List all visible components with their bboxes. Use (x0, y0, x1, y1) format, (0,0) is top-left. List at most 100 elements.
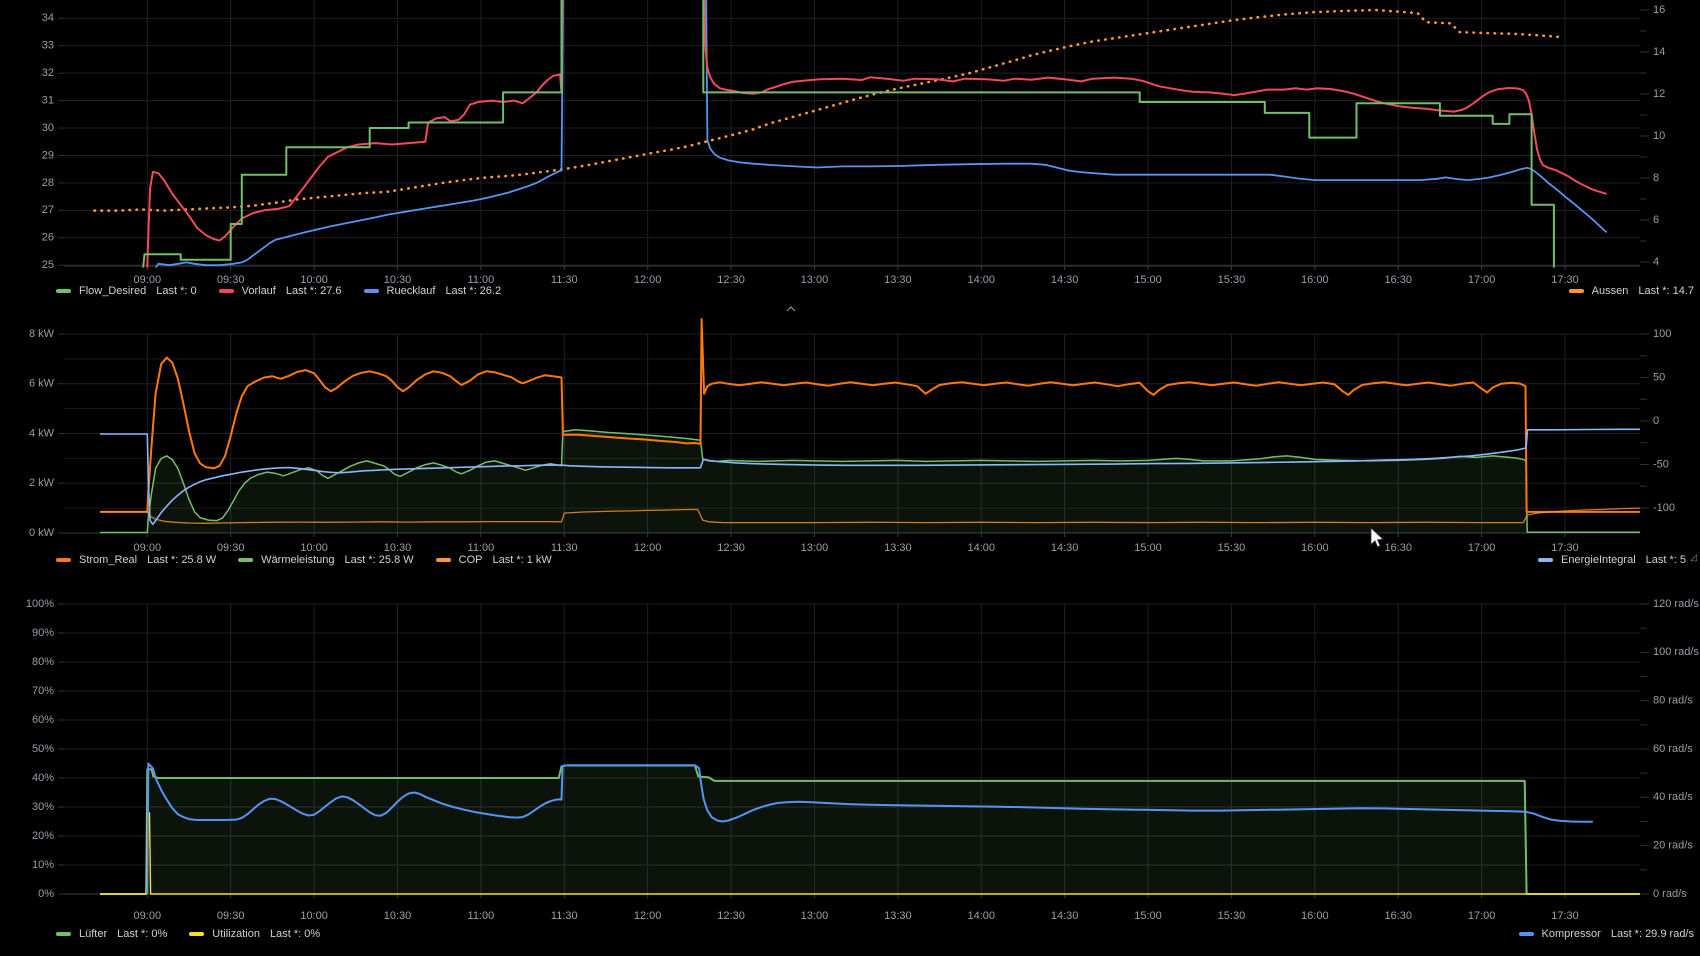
x-tick-label: 13:30 (884, 910, 912, 922)
legend-series-name: Aussen (1592, 285, 1629, 297)
x-tick-label: 12:30 (717, 542, 745, 554)
legend-last-value: Last *: 5 (1646, 554, 1686, 566)
x-tick-label: 10:30 (384, 910, 412, 922)
y-left-tick-label: 25 (42, 259, 54, 271)
x-tick-label: 14:30 (1051, 542, 1079, 554)
legend-item-Strom_Real[interactable]: Strom_Real Last *: 25.8 W (56, 554, 216, 566)
legend-series-name: Strom_Real (79, 554, 137, 566)
y-left-tick-label: 2 kW (29, 477, 55, 489)
x-tick-label: 15:30 (1218, 910, 1246, 922)
legend-item-EnergieIntegral[interactable]: EnergieIntegralLast *: 5 (1538, 554, 1686, 566)
legend-last-value: Last *: 25.8 W (147, 554, 216, 566)
panel-caret-icon[interactable] (787, 307, 795, 311)
legend-color-swatch (364, 289, 379, 293)
x-tick-label: 16:30 (1384, 542, 1412, 554)
legend-percent-left: LüfterLast *: 0%UtilizationLast *: 0% (56, 927, 320, 940)
y-left-tick-label: 32 (42, 67, 54, 79)
legend-item-Ruecklauf[interactable]: RuecklaufLast *: 26.2 (364, 285, 502, 297)
x-tick-label: 12:30 (717, 910, 745, 922)
legend-power-left: Strom_RealLast *: 25.8 WWärmeleistungLas… (56, 553, 552, 566)
y-left-tick-label: 10% (32, 859, 54, 871)
x-tick-label: 16:30 (1384, 910, 1412, 922)
y-right-tick-label: -50 (1653, 458, 1669, 470)
y-right-tick-label: 8 (1653, 172, 1659, 184)
y-right-tick-label: 10 (1653, 130, 1665, 142)
y-left-tick-label: 29 (42, 149, 54, 161)
y-left-tick-label: 60% (32, 714, 54, 726)
y-right-tick-label: 60 rad/s (1653, 743, 1693, 755)
x-tick-label: 12:00 (634, 910, 662, 922)
legend-item-Wärmeleistung[interactable]: WärmeleistungLast *: 25.8 W (238, 554, 413, 566)
x-tick-label: 15:00 (1134, 274, 1162, 286)
x-tick-label: 13:30 (884, 542, 912, 554)
legend-color-swatch (1538, 558, 1553, 562)
y-left-tick-label: 90% (32, 627, 54, 639)
x-tick-label: 12:00 (634, 274, 662, 286)
legend-color-swatch (1569, 289, 1584, 293)
x-tick-label: 14:00 (967, 910, 995, 922)
legend-color-swatch (189, 932, 204, 936)
legend-series-name: Vorlauf (242, 285, 276, 297)
y-right-tick-label: 14 (1653, 46, 1665, 58)
y-left-tick-label: 40% (32, 772, 54, 784)
x-tick-label: 17:30 (1551, 910, 1579, 922)
legend-item-Aussen[interactable]: AussenLast *: 14.7 (1569, 285, 1694, 297)
legend-last-value: Last *: 29.9 rad/s (1611, 928, 1694, 940)
charts-canvas[interactable]: 09:0009:3010:0010:3011:0011:3012:0012:30… (0, 0, 1700, 956)
legend-item-Flow_Desired[interactable]: Flow_DesiredLast *: 0 (56, 285, 197, 297)
x-tick-label: 15:30 (1218, 542, 1246, 554)
x-tick-label: 11:00 (468, 910, 495, 922)
series-fill-Lüfter (100, 766, 1640, 895)
legend-series-name: Utilization (212, 928, 260, 940)
y-right-tick-label: 120 rad/s (1653, 598, 1699, 610)
legend-temperatures-left: Flow_DesiredLast *: 0 VorlaufLast *: 27.6… (56, 284, 501, 297)
legend-last-value: Last *: 26.2 (445, 285, 501, 297)
x-tick-label: 15:00 (1134, 542, 1162, 554)
legend-color-swatch (1519, 932, 1534, 936)
series-fill-Wärmeleistung (100, 430, 1640, 533)
y-left-tick-label: 0% (38, 888, 54, 900)
legend-item-COP[interactable]: COPLast *: 1 kW (436, 554, 552, 566)
dashboard: 09:0009:3010:0010:3011:0011:3012:0012:30… (0, 0, 1700, 956)
y-left-tick-label: 28 (42, 177, 54, 189)
x-tick-label: 15:00 (1134, 910, 1162, 922)
y-left-tick-label: 4 kW (29, 427, 55, 439)
y-right-tick-label: 50 (1653, 371, 1665, 383)
y-left-tick-label: 30% (32, 801, 54, 813)
legend-item-Utilization[interactable]: UtilizationLast *: 0% (189, 928, 320, 940)
x-tick-label: 17:00 (1468, 910, 1496, 922)
panel-resize-glyph[interactable]: ◿ (1690, 552, 1697, 563)
x-tick-label: 14:00 (967, 274, 995, 286)
x-tick-label: 13:00 (801, 910, 829, 922)
series-Ruecklauf (156, 0, 1607, 268)
legend-color-swatch (56, 289, 71, 293)
legend-percent-right: KompressorLast *: 29.9 rad/s (1519, 927, 1694, 940)
y-left-tick-label: 30 (42, 122, 54, 134)
legend-last-value: Last *: 0 (156, 285, 196, 297)
legend-color-swatch (238, 558, 253, 562)
legend-color-swatch (56, 932, 71, 936)
x-tick-label: 13:00 (801, 542, 829, 554)
y-right-tick-label: 80 rad/s (1653, 695, 1693, 707)
x-tick-label: 15:30 (1218, 274, 1246, 286)
legend-last-value: Last *: 0% (117, 928, 167, 940)
y-right-tick-label: 12 (1653, 88, 1665, 100)
y-right-tick-label: 16 (1653, 4, 1665, 16)
x-tick-label: 14:30 (1051, 910, 1079, 922)
legend-series-name: Wärmeleistung (261, 554, 334, 566)
x-tick-label: 13:30 (884, 274, 912, 286)
y-left-tick-label: 6 kW (29, 378, 55, 390)
legend-item-Lüfter[interactable]: LüfterLast *: 0% (56, 928, 167, 940)
y-left-tick-label: 8 kW (29, 328, 55, 340)
legend-item-Kompressor[interactable]: KompressorLast *: 29.9 rad/s (1519, 928, 1694, 940)
y-left-tick-label: 27 (42, 204, 54, 216)
legend-last-value: Last *: 1 kW (492, 554, 551, 566)
y-left-tick-label: 100% (26, 598, 54, 610)
x-tick-label: 16:00 (1301, 274, 1329, 286)
y-left-tick-label: 26 (42, 232, 54, 244)
series-Flow_Desired (143, 0, 1554, 268)
x-tick-label: 13:00 (801, 274, 829, 286)
y-right-tick-label: 0 rad/s (1653, 888, 1687, 900)
y-right-tick-label: 100 (1653, 328, 1671, 340)
legend-item-Vorlauf[interactable]: VorlaufLast *: 27.6 (219, 285, 342, 297)
